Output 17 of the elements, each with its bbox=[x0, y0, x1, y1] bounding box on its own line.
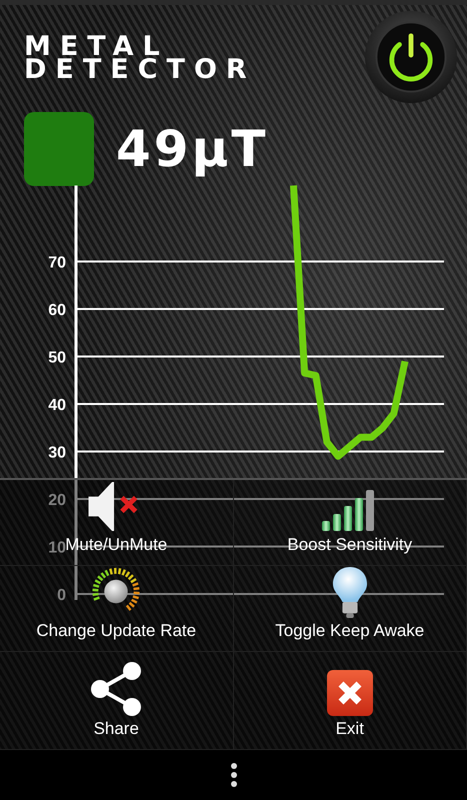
close-icon bbox=[326, 669, 374, 717]
app-title: METAL DETECTOR bbox=[24, 35, 256, 81]
menu-item[interactable]: Exit bbox=[234, 652, 467, 750]
tick-label: 0 bbox=[57, 587, 66, 604]
tick-label: 60 bbox=[48, 302, 66, 319]
tick-label: 40 bbox=[48, 397, 66, 414]
tick-label: 50 bbox=[48, 350, 66, 366]
overflow-menu-icon[interactable] bbox=[230, 762, 238, 788]
tick-label: 10 bbox=[48, 540, 66, 556]
tick-label: 30 bbox=[48, 444, 66, 462]
menu-item[interactable]: Boost Sensitivity bbox=[234, 480, 467, 566]
menu-item[interactable]: Toggle Keep Awake bbox=[234, 566, 467, 652]
tick-label: 20 bbox=[48, 492, 66, 509]
field-reading: 49µT bbox=[116, 120, 268, 178]
tick-label: 70 bbox=[48, 254, 66, 272]
menu-item[interactable]: Share bbox=[0, 652, 234, 750]
power-button[interactable] bbox=[363, 9, 459, 105]
